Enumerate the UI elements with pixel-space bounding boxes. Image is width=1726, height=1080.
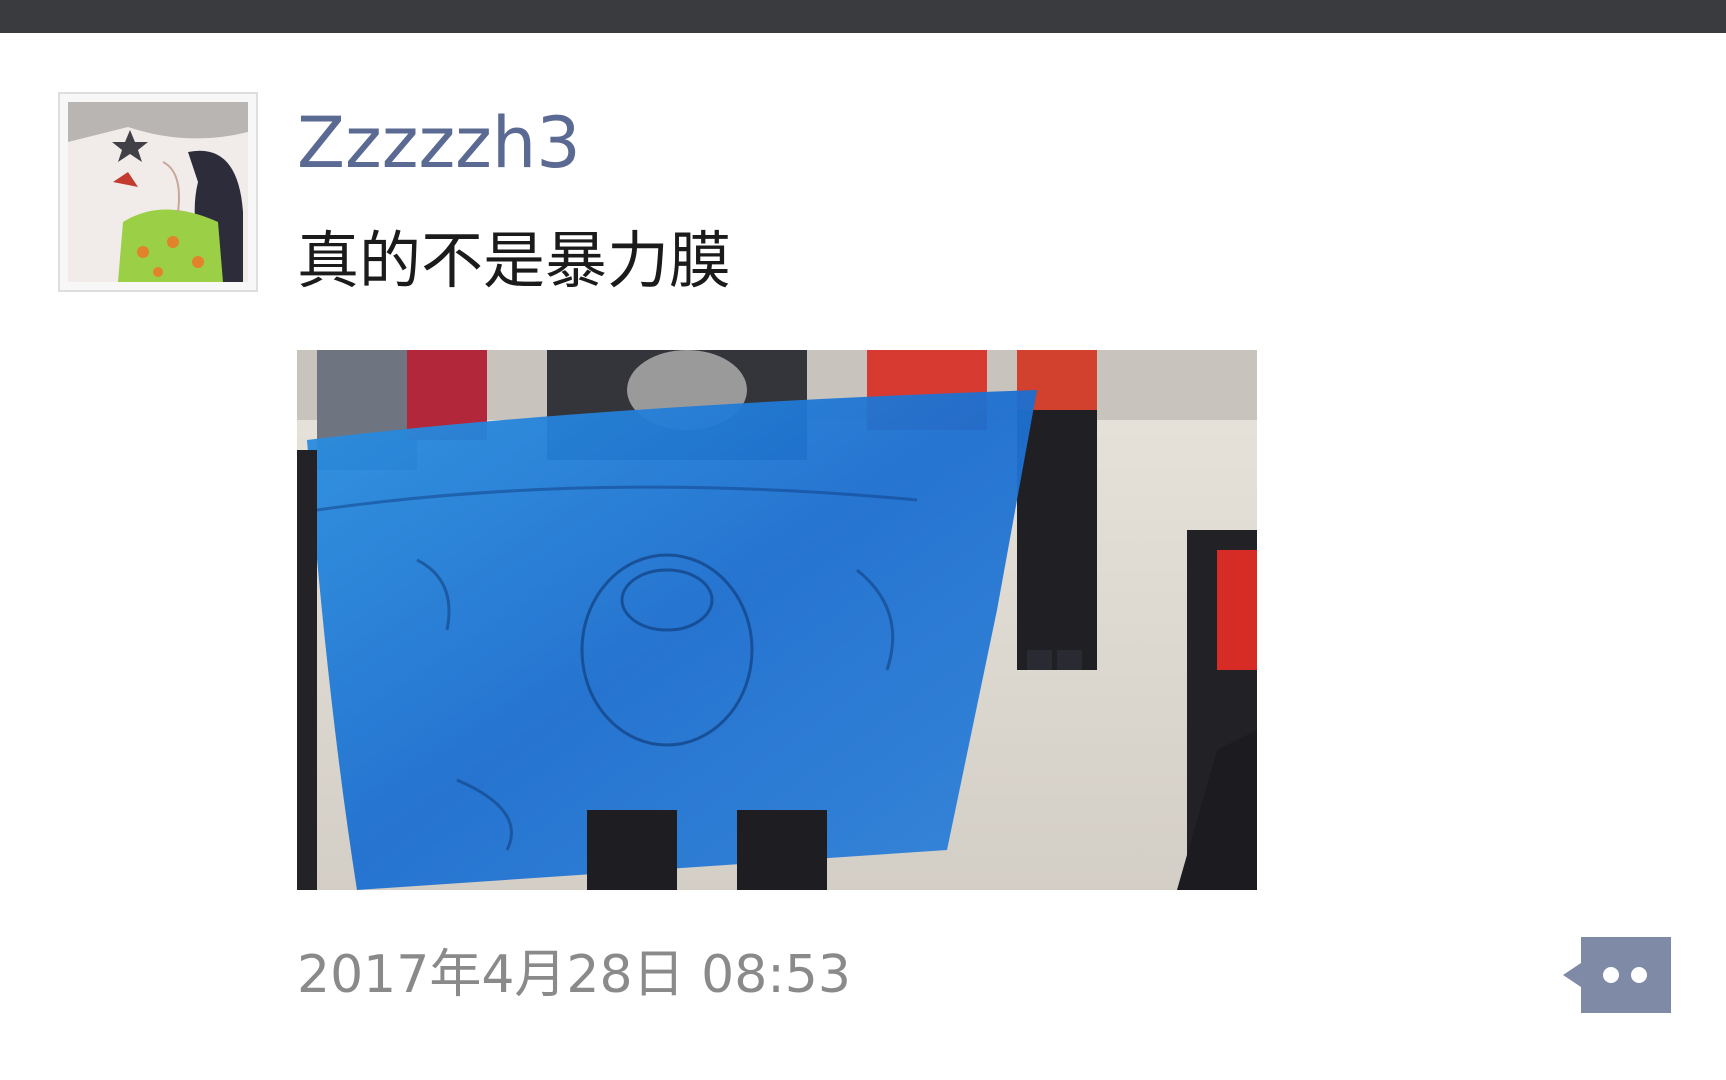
username-link[interactable]: Zzzzzh3 <box>297 98 581 188</box>
post-photo[interactable] <box>297 350 1257 890</box>
comment-dots-icon <box>1563 937 1671 1013</box>
photo-image <box>297 350 1257 890</box>
avatar[interactable] <box>58 92 258 292</box>
status-bar <box>0 0 1726 33</box>
avatar-illustration-icon <box>68 102 248 282</box>
post-timestamp: 2017年4月28日 08:53 <box>297 945 851 1005</box>
post-text: 真的不是暴力膜 <box>297 224 732 297</box>
comment-button[interactable] <box>1563 937 1671 1013</box>
